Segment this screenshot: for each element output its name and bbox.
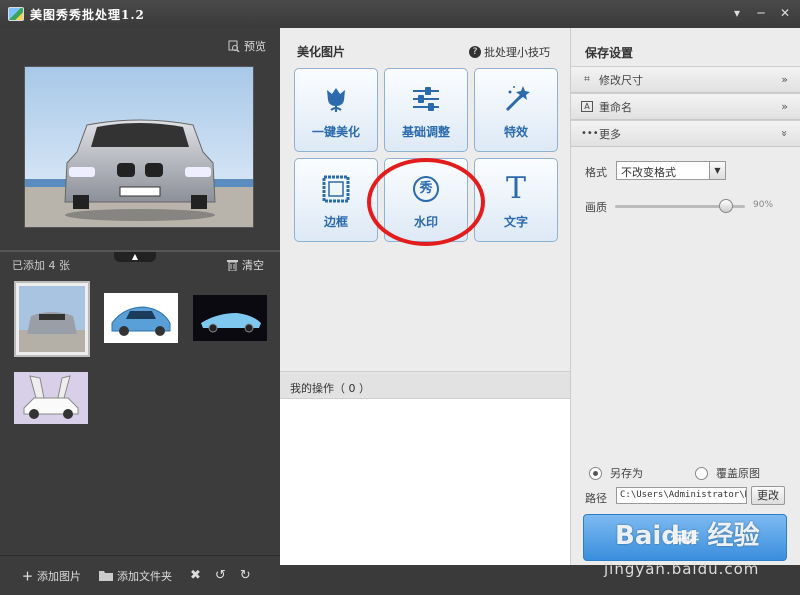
edit-panel: 美化图片 ? 批处理小技巧 一键美化 基础调整 特效 边框 秀 水印 T 文字 …: [280, 28, 571, 565]
thumbnail-item[interactable]: [104, 293, 178, 343]
chevron-down-icon: »: [778, 130, 792, 137]
clear-label: 清空: [242, 259, 264, 272]
tool-label: 基础调整: [401, 125, 450, 139]
delete-icon[interactable]: ✖: [190, 568, 201, 583]
watermark-icon: 秀: [410, 173, 442, 205]
frame-icon: [320, 173, 352, 205]
one-click-beautify-button[interactable]: 一键美化: [294, 68, 378, 152]
watermark-button[interactable]: 秀 水印: [384, 158, 468, 242]
preview-icon: [228, 40, 240, 52]
help-icon: ?: [469, 46, 481, 58]
save-as-label: 另存为: [610, 467, 643, 480]
tool-label: 文字: [503, 215, 528, 229]
more-label: 更多: [599, 127, 621, 141]
add-image-label: 添加图片: [37, 569, 81, 583]
thumbnail-item[interactable]: [193, 295, 267, 341]
more-dots-icon: •••: [581, 128, 599, 139]
quality-slider-thumb[interactable]: [719, 199, 733, 213]
format-value: 不改变格式: [621, 166, 676, 179]
save-settings-title: 保存设置: [585, 46, 634, 60]
rename-label: 重命名: [599, 100, 632, 114]
save-label: 保存: [671, 530, 699, 547]
rotate-left-icon[interactable]: ↺: [215, 568, 226, 583]
quality-value: 90%: [753, 200, 774, 210]
section-title: 美化图片: [297, 45, 346, 59]
add-folder-label: 添加文件夹: [117, 569, 172, 583]
batch-tips-label: 批处理小技巧: [484, 46, 550, 59]
quality-label: 画质: [585, 201, 607, 214]
chevron-right-icon: »: [781, 73, 788, 86]
text-button[interactable]: T 文字: [474, 158, 558, 242]
preview-button[interactable]: 预览: [228, 38, 266, 54]
more-section[interactable]: ••• 更多 »: [571, 120, 800, 147]
crop-icon: ⌗: [584, 74, 590, 85]
tool-label: 水印: [413, 215, 438, 229]
add-image-button[interactable]: ＋ 添加图片: [22, 568, 81, 584]
add-folder-button[interactable]: 添加文件夹: [99, 568, 172, 584]
basic-adjust-button[interactable]: 基础调整: [384, 68, 468, 152]
path-label: 路径: [585, 492, 607, 505]
folder-icon: [99, 571, 113, 581]
bottom-strip: [280, 565, 800, 595]
path-input[interactable]: C:\Users\Administrator\De:: [616, 487, 747, 504]
preview-label: 预览: [244, 40, 266, 53]
sliders-icon: [410, 83, 442, 115]
tool-label: 特效: [503, 125, 528, 139]
save-button[interactable]: 保存: [583, 514, 787, 561]
my-operations-header: 我的操作（ 0 ）: [280, 371, 570, 399]
collapse-preview-toggle[interactable]: ▲: [114, 252, 156, 262]
resize-label: 修改尺寸: [599, 73, 643, 87]
chevron-down-icon: ▼: [709, 162, 725, 179]
skin-menu-button[interactable]: ▾: [728, 4, 746, 22]
overwrite-label: 覆盖原图: [716, 467, 760, 480]
app-icon: [8, 7, 24, 21]
tulip-icon: [320, 83, 352, 115]
format-label: 格式: [585, 166, 607, 179]
trash-icon: [227, 260, 238, 271]
rename-section[interactable]: A 重命名 »: [571, 93, 800, 120]
thumbnail-item[interactable]: [14, 281, 90, 357]
effects-button[interactable]: 特效: [474, 68, 558, 152]
added-count: 已添加 4 张: [12, 259, 70, 272]
image-list-panel: 预览 ▲ 已添加 4 张 清空 ＋ 添加图片 添加文件夹 ✖ ↺ ↻: [0, 28, 280, 595]
left-footer-toolbar: ＋ 添加图片 添加文件夹 ✖ ↺ ↻: [0, 555, 280, 595]
change-path-button[interactable]: 更改: [751, 486, 785, 505]
resize-section[interactable]: ⌗ 修改尺寸 »: [571, 66, 800, 93]
overwrite-option[interactable]: 覆盖原图: [695, 465, 760, 481]
text-icon: T: [505, 171, 526, 206]
plus-icon: ＋: [22, 569, 33, 583]
close-button[interactable]: ✕: [776, 4, 794, 22]
minimize-button[interactable]: ─: [752, 4, 770, 22]
thumbnail-item[interactable]: [14, 372, 88, 424]
window-controls: ▾ ─ ✕: [728, 4, 794, 22]
tool-label: 一键美化: [311, 125, 360, 139]
tool-label: 边框: [323, 215, 348, 229]
preview-image: [24, 66, 254, 228]
batch-tips-link[interactable]: ? 批处理小技巧: [469, 44, 550, 60]
overwrite-radio[interactable]: [695, 466, 708, 480]
save-as-option[interactable]: 另存为: [589, 465, 643, 481]
chevron-right-icon: »: [781, 100, 788, 113]
rename-icon: A: [581, 101, 593, 112]
quality-slider[interactable]: [615, 199, 745, 213]
title-bar: 美图秀秀批处理1.2 ▾ ─ ✕: [0, 0, 800, 28]
format-select[interactable]: 不改变格式 ▼: [616, 161, 726, 180]
operations-list: [280, 399, 570, 565]
clear-button[interactable]: 清空: [227, 257, 264, 273]
rotate-right-icon[interactable]: ↻: [240, 568, 251, 583]
frame-button[interactable]: 边框: [294, 158, 378, 242]
save-settings-panel: 保存设置 ⌗ 修改尺寸 » A 重命名 » ••• 更多 » 格式 不改变格式 …: [571, 28, 800, 565]
magic-wand-icon: [500, 83, 532, 115]
window-title: 美图秀秀批处理1.2: [30, 7, 145, 22]
save-as-radio[interactable]: [589, 466, 602, 480]
